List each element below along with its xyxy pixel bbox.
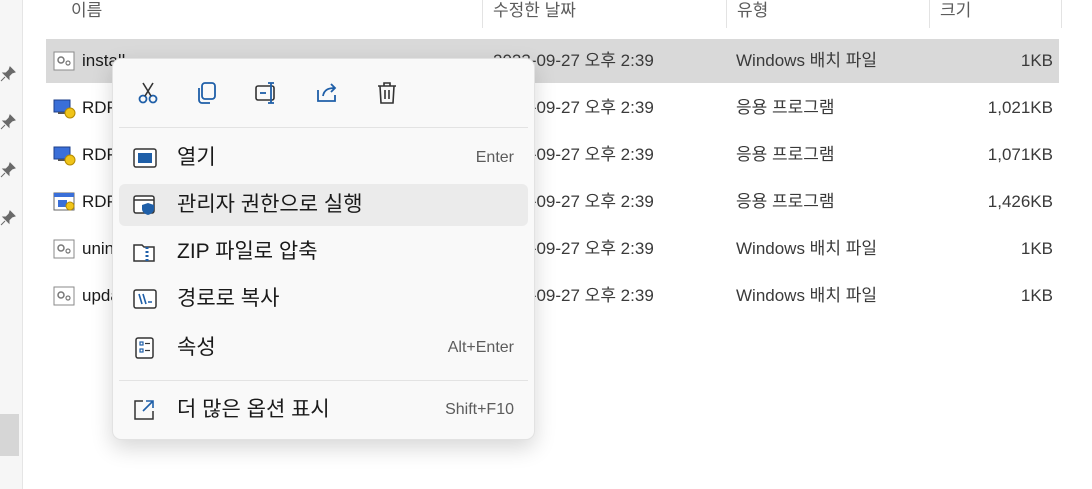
file-size: 1KB: [1020, 286, 1053, 305]
batch-file-icon: [53, 286, 75, 306]
file-size: 1KB: [1020, 51, 1053, 70]
menu-item-label: 열기: [177, 146, 216, 169]
copy-button[interactable]: [191, 77, 223, 109]
menu-item-show-more-options[interactable]: 더 많은 옵션 표시 Shift+F10: [119, 389, 528, 431]
column-header-date[interactable]: 수정한 날짜: [493, 0, 576, 28]
context-menu-toolbar: [113, 59, 534, 127]
rename-button[interactable]: [251, 77, 283, 109]
menu-separator: [119, 380, 528, 381]
application-icon: [53, 99, 76, 119]
menu-item-label: 속성: [177, 336, 216, 359]
menu-item-properties[interactable]: 속성 Alt+Enter: [119, 327, 528, 369]
file-type: Windows 배치 파일: [736, 239, 877, 258]
menu-item-label: ZIP 파일로 압축: [177, 240, 318, 263]
menu-item-shortcut: Enter: [475, 149, 514, 166]
file-type: Windows 배치 파일: [736, 51, 877, 70]
file-type: 응용 프로그램: [736, 145, 835, 164]
column-divider[interactable]: [726, 0, 727, 28]
column-header-name[interactable]: 이름: [71, 0, 102, 28]
menu-item-copy-path[interactable]: 경로로 복사: [119, 278, 528, 320]
zip-folder-icon: [133, 244, 155, 262]
menu-separator: [119, 127, 528, 128]
menu-item-shortcut: Shift+F10: [445, 401, 514, 418]
menu-item-open[interactable]: 열기 Enter: [119, 137, 528, 179]
nav-selected-item[interactable]: [0, 414, 19, 456]
column-divider[interactable]: [482, 0, 483, 28]
menu-item-label: 더 많은 옵션 표시: [177, 398, 330, 421]
cut-button[interactable]: [132, 77, 164, 109]
column-divider[interactable]: [1061, 0, 1062, 28]
batch-file-icon: [53, 51, 75, 71]
file-type: Windows 배치 파일: [736, 286, 877, 305]
file-size: 1,021KB: [987, 98, 1053, 117]
application-icon: [53, 146, 76, 166]
delete-button[interactable]: [371, 77, 403, 109]
menu-item-label: 경로로 복사: [177, 287, 280, 310]
cut-icon: [138, 82, 158, 104]
menu-item-run-as-admin[interactable]: 관리자 권한으로 실행: [119, 184, 528, 226]
file-size: 1KB: [1020, 239, 1053, 258]
application-window-icon: [53, 192, 75, 211]
rename-icon: [255, 82, 275, 104]
pin-icon[interactable]: [0, 210, 16, 226]
open-icon: [133, 148, 157, 168]
shield-icon: [133, 195, 155, 215]
context-menu: 열기 Enter 관리자 권한으로 실행 ZIP 파일로 압축 경로로 복사 속…: [112, 58, 535, 440]
file-size: 1,426KB: [987, 192, 1053, 211]
delete-icon: [378, 82, 396, 104]
pin-icon[interactable]: [0, 66, 16, 82]
copy-icon: [198, 82, 216, 104]
file-type: 응용 프로그램: [736, 98, 835, 117]
more-options-icon: [134, 400, 154, 420]
share-icon: [317, 83, 337, 102]
column-header-type[interactable]: 유형: [737, 0, 768, 28]
menu-item-label: 관리자 권한으로 실행: [177, 193, 363, 216]
share-button[interactable]: [311, 77, 343, 109]
menu-item-shortcut: Alt+Enter: [447, 339, 514, 356]
column-divider[interactable]: [929, 0, 930, 28]
copy-path-icon: [133, 289, 157, 309]
properties-icon: [135, 337, 154, 359]
pin-icon[interactable]: [0, 162, 16, 178]
file-size: 1,071KB: [987, 145, 1053, 164]
batch-file-icon: [53, 239, 75, 259]
pin-icon[interactable]: [0, 114, 16, 130]
file-type: 응용 프로그램: [736, 192, 835, 211]
column-header-size[interactable]: 크기: [940, 0, 971, 28]
menu-item-compress-zip[interactable]: ZIP 파일로 압축: [119, 231, 528, 273]
navigation-pane: [0, 0, 23, 489]
